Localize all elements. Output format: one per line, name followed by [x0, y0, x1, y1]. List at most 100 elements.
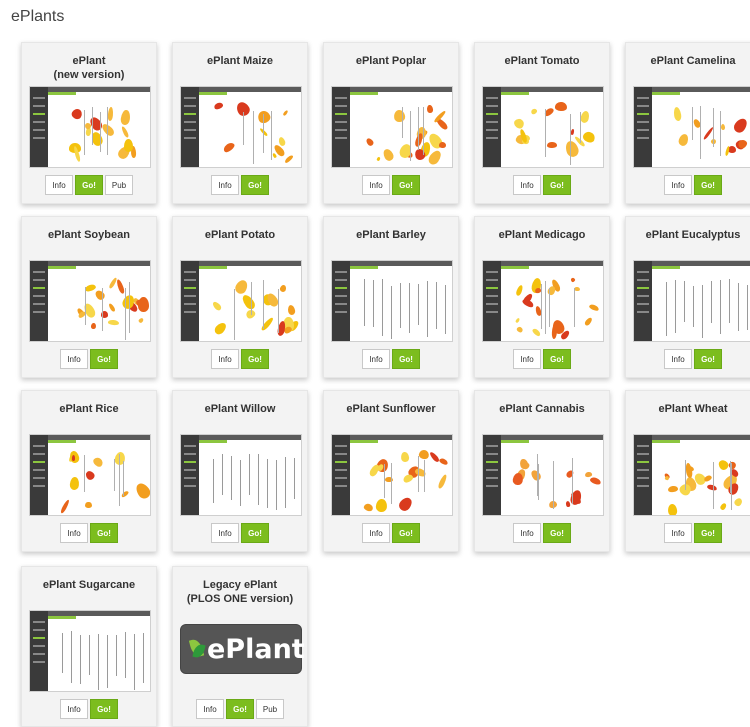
go-button[interactable]: Go! — [90, 523, 118, 543]
info-button[interactable]: Info — [513, 175, 541, 195]
info-button[interactable]: Info — [211, 349, 239, 369]
go-button[interactable]: Go! — [392, 523, 420, 543]
tissue-shape — [91, 455, 105, 469]
eplant-card: ePlant Camelina Info Go! — [625, 42, 750, 204]
thumbnail-toolbar-accent — [199, 92, 227, 95]
info-button[interactable]: Info — [664, 523, 692, 543]
tissue-shape — [581, 129, 597, 144]
tissue-line — [720, 280, 721, 335]
stem-line — [125, 288, 127, 340]
info-button[interactable]: Info — [45, 175, 73, 195]
stem-line — [537, 463, 539, 500]
tissue-shape — [579, 110, 591, 124]
eplant-screenshot-thumbnail[interactable] — [482, 434, 604, 516]
stem-line — [684, 459, 686, 491]
tissue-line — [711, 281, 712, 324]
thumbnail-content — [352, 270, 450, 340]
thumbnail-toolbar-accent — [652, 266, 680, 269]
info-button[interactable]: Info — [60, 349, 88, 369]
thumbnail-content — [201, 96, 299, 165]
info-button[interactable]: Info — [211, 523, 239, 543]
card-buttons: Info Go! — [475, 175, 609, 195]
eplant-screenshot-thumbnail[interactable] — [29, 260, 151, 342]
go-button[interactable]: Go! — [543, 523, 571, 543]
go-button[interactable]: Go! — [226, 699, 254, 719]
info-button[interactable]: Info — [362, 175, 390, 195]
tissue-shape — [362, 502, 374, 513]
info-button[interactable]: Info — [513, 523, 541, 543]
eplant-card: ePlant Soybean Info Go! — [21, 216, 157, 378]
tissue-shape — [376, 156, 382, 162]
thumbnail-content — [503, 270, 601, 341]
card-title: ePlant Poplar — [355, 55, 427, 67]
eplant-screenshot-thumbnail[interactable] — [180, 86, 302, 168]
info-button[interactable]: Info — [60, 699, 88, 719]
tissue-line — [71, 631, 72, 683]
card-title: ePlant Barley — [356, 229, 426, 241]
eplant-screenshot-thumbnail[interactable] — [331, 86, 453, 168]
go-button[interactable]: Go! — [694, 349, 722, 369]
info-button[interactable]: Info — [664, 349, 692, 369]
eplant-screenshot-thumbnail[interactable] — [331, 260, 453, 342]
eplant-card: ePlant Poplar Info Go! — [323, 42, 459, 204]
go-button[interactable]: Go! — [241, 349, 269, 369]
info-button[interactable]: Info — [513, 349, 541, 369]
tissue-shape — [213, 320, 229, 337]
thumbnail-sidebar — [634, 87, 652, 167]
card-title: ePlant Sugarcane — [42, 579, 136, 591]
stem-line — [700, 106, 702, 160]
go-button[interactable]: Go! — [90, 699, 118, 719]
card-title: ePlant Wheat — [658, 403, 728, 415]
tissue-line — [98, 634, 99, 690]
go-button[interactable]: Go! — [543, 175, 571, 195]
eplant-screenshot-thumbnail[interactable] — [29, 434, 151, 516]
go-button[interactable]: Go! — [543, 349, 571, 369]
eplant-screenshot-thumbnail[interactable] — [29, 610, 151, 692]
tissue-shape — [426, 104, 434, 114]
stem-line — [85, 287, 87, 326]
info-button[interactable]: Info — [664, 175, 692, 195]
eplant-card: ePlant Cannabis Info Go! — [474, 390, 610, 552]
eplant-screenshot-thumbnail[interactable] — [180, 260, 302, 342]
tissue-shape — [584, 471, 593, 477]
card-buttons: Info Go! — [626, 175, 750, 195]
eplant-screenshot-thumbnail[interactable] — [331, 434, 453, 516]
info-button[interactable]: Info — [211, 175, 239, 195]
thumbnail-sidebar — [30, 261, 48, 341]
info-button[interactable]: Info — [362, 349, 390, 369]
go-button[interactable]: Go! — [392, 175, 420, 195]
go-button[interactable]: Go! — [75, 175, 103, 195]
info-button[interactable]: Info — [60, 523, 88, 543]
eplant-screenshot-thumbnail[interactable] — [29, 86, 151, 168]
tissue-shape — [278, 284, 288, 294]
tissue-line — [400, 282, 401, 329]
thumbnail-toolbar-accent — [48, 616, 76, 619]
eplant-card: ePlant Barley Info Go! — [323, 216, 459, 378]
eplant-screenshot-thumbnail[interactable] — [633, 434, 750, 516]
eplant-card: ePlant Sugarcane Info Go! — [21, 566, 157, 727]
eplant-screenshot-thumbnail[interactable] — [633, 86, 750, 168]
go-button[interactable]: Go! — [392, 349, 420, 369]
pub-button[interactable]: Pub — [105, 175, 133, 195]
tissue-line — [80, 634, 81, 685]
tissue-line — [143, 632, 144, 683]
eplant-screenshot-thumbnail[interactable] — [180, 434, 302, 516]
eplant-screenshot-thumbnail[interactable] — [482, 260, 604, 342]
thumbnail-content — [50, 270, 149, 340]
thumbnail-sidebar — [332, 435, 350, 515]
go-button[interactable]: Go! — [241, 523, 269, 543]
go-button[interactable]: Go! — [694, 523, 722, 543]
go-button[interactable]: Go! — [694, 175, 722, 195]
eplant-grid: ePlant (new version) Info Go! Pub ePlant Mai… — [0, 0, 750, 727]
go-button[interactable]: Go! — [90, 349, 118, 369]
info-button[interactable]: Info — [196, 699, 224, 719]
stem-line — [250, 281, 252, 316]
eplant-card: ePlant Medicago Info Go! — [474, 216, 610, 378]
thumbnail-content — [654, 444, 750, 515]
go-button[interactable]: Go! — [241, 175, 269, 195]
eplant-screenshot-thumbnail[interactable] — [633, 260, 750, 342]
pub-button[interactable]: Pub — [256, 699, 284, 719]
info-button[interactable]: Info — [362, 523, 390, 543]
eplant-screenshot-thumbnail[interactable] — [482, 86, 604, 168]
tissue-line — [382, 279, 383, 336]
